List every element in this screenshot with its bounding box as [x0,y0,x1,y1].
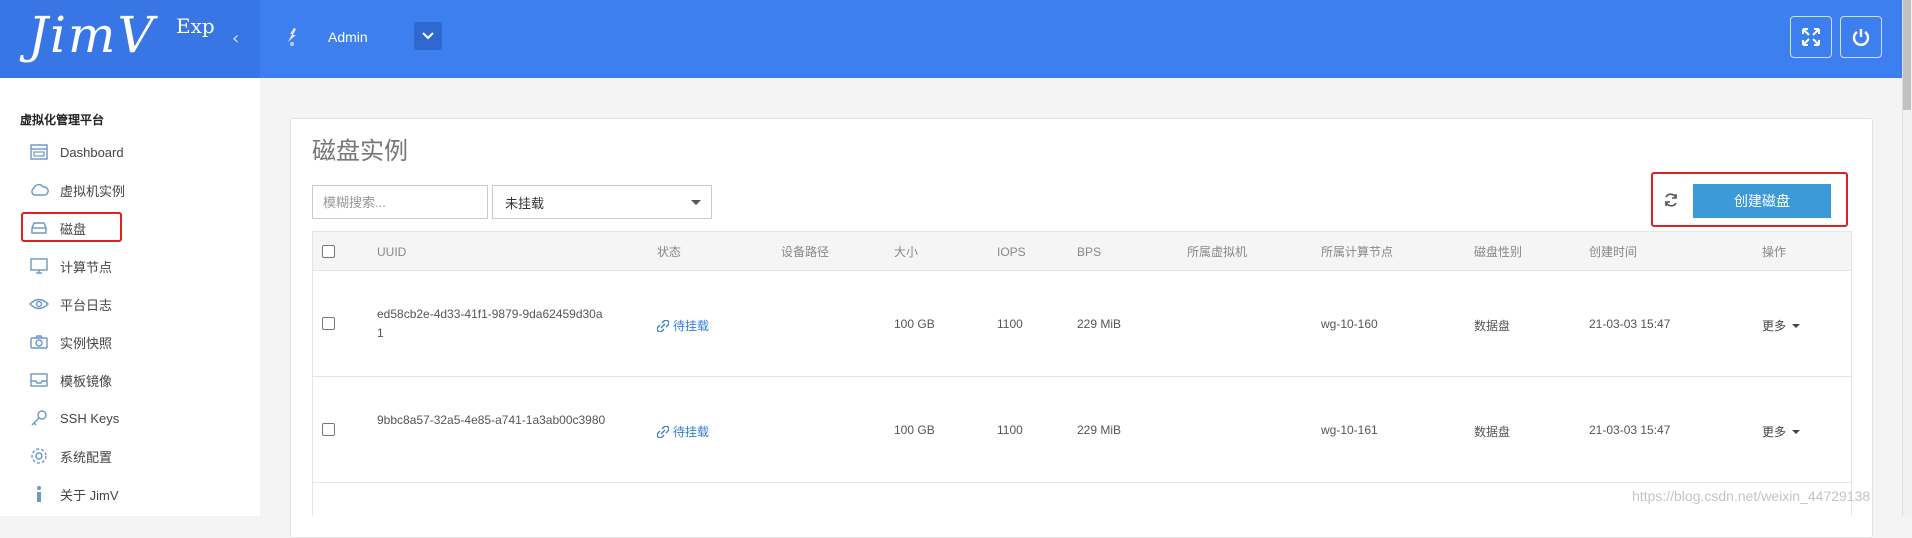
select-all-checkbox[interactable] [322,245,335,258]
user-name[interactable]: Admin [328,29,368,45]
caret-down-icon [1792,429,1801,434]
logo-edition: Exp [176,14,215,38]
table-border-right [1851,231,1852,516]
col-vm[interactable]: 所属虚拟机 [1187,232,1247,272]
camera-icon [28,331,50,353]
row-created: 21-03-03 15:47 [1589,423,1671,437]
create-disk-button[interactable]: 创建磁盘 [1693,184,1831,218]
sidebar-item-dashboard[interactable]: Dashboard [28,138,124,166]
row-size: 100 GB [894,423,935,437]
search-input[interactable] [312,185,488,219]
row-iops: 1100 [997,423,1023,437]
row-more-menu[interactable]: 更多 [1762,317,1801,334]
sidebar-item-platform-logs[interactable]: 平台日志 [28,290,112,318]
col-device-path[interactable]: 设备路径 [781,232,829,272]
inbox-icon [28,369,50,391]
dashboard-icon [28,141,50,163]
table-border-left [312,231,313,516]
info-icon [28,483,50,505]
row-uuid-wrap: 1 [377,326,384,340]
row-size: 100 GB [894,317,935,331]
refresh-icon [1665,193,1677,207]
row-node: wg-10-160 [1321,317,1378,331]
fullscreen-button[interactable] [1790,16,1832,58]
refresh-button[interactable] [1659,188,1683,212]
sidebar-item-snapshots[interactable]: 实例快照 [28,328,112,356]
mount-status-value: 未挂载 [505,195,545,211]
col-uuid[interactable]: UUID [377,232,406,272]
mount-status-select[interactable]: 未挂载 [492,185,712,219]
chevron-down-icon [422,32,434,40]
watermark: https://blog.csdn.net/weixin_44729138 [1632,488,1871,504]
monitor-icon [28,255,50,277]
logo: JimV [28,6,156,64]
sidebar-item-about[interactable]: 关于 JimV [28,480,119,508]
key-icon [28,407,50,429]
sidebar-collapse-icon[interactable]: ‹ [232,28,239,49]
status-link[interactable]: 待挂载 [657,423,709,440]
logout-button[interactable] [1840,16,1882,58]
gear-icon [28,445,50,467]
logo-area: JimV Exp ‹ [0,0,260,78]
link-icon [657,425,669,438]
row-uuid: ed58cb2e-4d33-41f1-9879-9da62459d30a [377,307,603,321]
row-bps: 229 MiB [1077,317,1122,331]
fullscreen-icon [1802,28,1820,46]
sidebar-title: 虚拟化管理平台 [20,113,105,127]
col-actions: 操作 [1762,245,1787,259]
sidebar-item-compute-nodes[interactable]: 计算节点 [28,252,112,280]
sidebar-item-vm-instances[interactable]: 虚拟机实例 [28,176,125,204]
link-icon [657,319,669,332]
row-checkbox[interactable] [322,423,335,436]
sidebar-item-system-config[interactable]: 系统配置 [28,442,112,470]
col-size[interactable]: 大小 [894,232,918,272]
row-more-menu[interactable]: 更多 [1762,423,1801,440]
row-checkbox[interactable] [322,317,335,330]
row-node: wg-10-161 [1321,423,1378,437]
col-status[interactable]: 状态 [657,232,681,272]
power-icon [1852,29,1870,46]
page-scrollbar-thumb[interactable] [1903,0,1911,110]
row-created: 21-03-03 15:47 [1589,317,1671,331]
col-iops[interactable]: IOPS [997,232,1026,272]
col-bps[interactable]: BPS [1077,232,1101,272]
col-created[interactable]: 创建时间 [1589,232,1637,272]
col-node[interactable]: 所属计算节点 [1321,232,1393,272]
caret-down-icon [1792,323,1801,328]
row-uuid: 9bbc8a57-32a5-4e85-a741-1a3ab00c3980 [377,413,606,427]
table-row[interactable]: ed58cb2e-4d33-41f1-9879-9da62459d30a 1 待… [312,271,1852,377]
active-nav-highlight [21,212,122,242]
row-bps: 229 MiB [1077,423,1122,437]
row-iops: 1100 [997,317,1023,331]
col-disk-type[interactable]: 磁盘性别 [1474,232,1522,272]
caret-down-icon [691,200,701,205]
page-title: 磁盘实例 [312,138,408,165]
sidebar-item-templates[interactable]: 模板镜像 [28,366,112,394]
row-disk-type: 数据盘 [1474,319,1511,333]
status-link[interactable]: 待挂载 [657,317,709,334]
user-menu-button[interactable] [414,22,442,50]
row-disk-type: 数据盘 [1474,425,1511,439]
cloud-icon [28,179,50,201]
sidebar-item-ssh-keys[interactable]: SSH Keys [28,404,119,432]
eye-icon [28,293,50,315]
table-row[interactable]: 9bbc8a57-32a5-4e85-a741-1a3ab00c3980 待挂载… [312,377,1852,483]
user-avatar-icon[interactable] [282,26,302,48]
table-header: UUID 状态 设备路径 大小 IOPS BPS 所属虚拟机 所属计算节点 磁盘… [312,231,1852,271]
